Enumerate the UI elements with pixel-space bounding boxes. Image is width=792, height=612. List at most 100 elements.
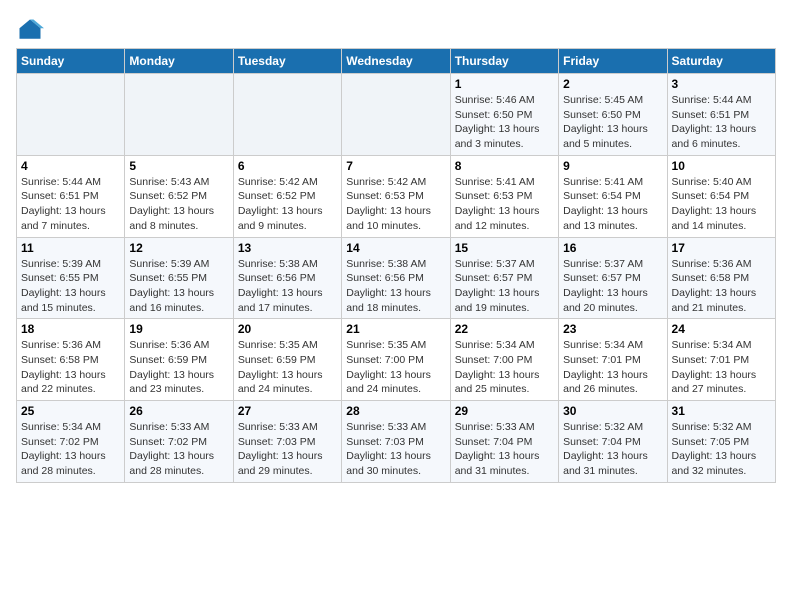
day-info: Sunrise: 5:33 AMSunset: 7:04 PMDaylight:… — [455, 420, 554, 479]
day-info: Sunrise: 5:37 AMSunset: 6:57 PMDaylight:… — [563, 257, 662, 316]
col-header-friday: Friday — [559, 49, 667, 74]
col-header-wednesday: Wednesday — [342, 49, 450, 74]
day-number: 8 — [455, 159, 554, 173]
day-number: 1 — [455, 77, 554, 91]
calendar-cell: 13 Sunrise: 5:38 AMSunset: 6:56 PMDayligh… — [233, 237, 341, 319]
day-number: 4 — [21, 159, 120, 173]
day-number: 2 — [563, 77, 662, 91]
calendar-cell: 16 Sunrise: 5:37 AMSunset: 6:57 PMDayligh… — [559, 237, 667, 319]
calendar-cell — [233, 74, 341, 156]
calendar-cell: 19 Sunrise: 5:36 AMSunset: 6:59 PMDayligh… — [125, 319, 233, 401]
day-info: Sunrise: 5:36 AMSunset: 6:59 PMDaylight:… — [129, 338, 228, 397]
day-info: Sunrise: 5:41 AMSunset: 6:53 PMDaylight:… — [455, 175, 554, 234]
calendar-cell: 5 Sunrise: 5:43 AMSunset: 6:52 PMDaylight… — [125, 155, 233, 237]
calendar-cell: 11 Sunrise: 5:39 AMSunset: 6:55 PMDayligh… — [17, 237, 125, 319]
calendar-cell: 17 Sunrise: 5:36 AMSunset: 6:58 PMDayligh… — [667, 237, 775, 319]
calendar-cell — [125, 74, 233, 156]
day-info: Sunrise: 5:42 AMSunset: 6:53 PMDaylight:… — [346, 175, 445, 234]
col-header-thursday: Thursday — [450, 49, 558, 74]
day-info: Sunrise: 5:43 AMSunset: 6:52 PMDaylight:… — [129, 175, 228, 234]
calendar-cell: 3 Sunrise: 5:44 AMSunset: 6:51 PMDaylight… — [667, 74, 775, 156]
day-number: 3 — [672, 77, 771, 91]
calendar-cell: 30 Sunrise: 5:32 AMSunset: 7:04 PMDayligh… — [559, 401, 667, 483]
day-info: Sunrise: 5:33 AMSunset: 7:02 PMDaylight:… — [129, 420, 228, 479]
calendar-cell: 12 Sunrise: 5:39 AMSunset: 6:55 PMDayligh… — [125, 237, 233, 319]
day-number: 27 — [238, 404, 337, 418]
calendar-week-5: 25 Sunrise: 5:34 AMSunset: 7:02 PMDayligh… — [17, 401, 776, 483]
day-number: 23 — [563, 322, 662, 336]
day-info: Sunrise: 5:34 AMSunset: 7:01 PMDaylight:… — [672, 338, 771, 397]
day-number: 29 — [455, 404, 554, 418]
day-number: 31 — [672, 404, 771, 418]
calendar-cell: 8 Sunrise: 5:41 AMSunset: 6:53 PMDaylight… — [450, 155, 558, 237]
day-info: Sunrise: 5:41 AMSunset: 6:54 PMDaylight:… — [563, 175, 662, 234]
day-info: Sunrise: 5:32 AMSunset: 7:05 PMDaylight:… — [672, 420, 771, 479]
day-number: 7 — [346, 159, 445, 173]
day-number: 10 — [672, 159, 771, 173]
day-info: Sunrise: 5:44 AMSunset: 6:51 PMDaylight:… — [21, 175, 120, 234]
day-number: 15 — [455, 241, 554, 255]
day-info: Sunrise: 5:34 AMSunset: 7:01 PMDaylight:… — [563, 338, 662, 397]
calendar-week-4: 18 Sunrise: 5:36 AMSunset: 6:58 PMDayligh… — [17, 319, 776, 401]
calendar-header-row: SundayMondayTuesdayWednesdayThursdayFrid… — [17, 49, 776, 74]
day-number: 17 — [672, 241, 771, 255]
day-number: 20 — [238, 322, 337, 336]
day-info: Sunrise: 5:39 AMSunset: 6:55 PMDaylight:… — [129, 257, 228, 316]
day-number: 16 — [563, 241, 662, 255]
day-number: 24 — [672, 322, 771, 336]
header — [16, 16, 776, 44]
day-info: Sunrise: 5:42 AMSunset: 6:52 PMDaylight:… — [238, 175, 337, 234]
day-info: Sunrise: 5:33 AMSunset: 7:03 PMDaylight:… — [238, 420, 337, 479]
col-header-tuesday: Tuesday — [233, 49, 341, 74]
day-info: Sunrise: 5:44 AMSunset: 6:51 PMDaylight:… — [672, 93, 771, 152]
day-number: 19 — [129, 322, 228, 336]
calendar-cell: 25 Sunrise: 5:34 AMSunset: 7:02 PMDayligh… — [17, 401, 125, 483]
day-number: 5 — [129, 159, 228, 173]
calendar-cell: 31 Sunrise: 5:32 AMSunset: 7:05 PMDayligh… — [667, 401, 775, 483]
day-number: 30 — [563, 404, 662, 418]
day-info: Sunrise: 5:46 AMSunset: 6:50 PMDaylight:… — [455, 93, 554, 152]
day-number: 12 — [129, 241, 228, 255]
calendar-cell — [17, 74, 125, 156]
day-info: Sunrise: 5:39 AMSunset: 6:55 PMDaylight:… — [21, 257, 120, 316]
calendar-week-1: 1 Sunrise: 5:46 AMSunset: 6:50 PMDaylight… — [17, 74, 776, 156]
col-header-sunday: Sunday — [17, 49, 125, 74]
day-info: Sunrise: 5:38 AMSunset: 6:56 PMDaylight:… — [238, 257, 337, 316]
day-info: Sunrise: 5:35 AMSunset: 6:59 PMDaylight:… — [238, 338, 337, 397]
day-number: 13 — [238, 241, 337, 255]
day-info: Sunrise: 5:35 AMSunset: 7:00 PMDaylight:… — [346, 338, 445, 397]
calendar-cell: 7 Sunrise: 5:42 AMSunset: 6:53 PMDaylight… — [342, 155, 450, 237]
calendar-cell: 10 Sunrise: 5:40 AMSunset: 6:54 PMDayligh… — [667, 155, 775, 237]
calendar-cell — [342, 74, 450, 156]
day-info: Sunrise: 5:32 AMSunset: 7:04 PMDaylight:… — [563, 420, 662, 479]
logo — [16, 16, 48, 44]
calendar-cell: 29 Sunrise: 5:33 AMSunset: 7:04 PMDayligh… — [450, 401, 558, 483]
day-info: Sunrise: 5:34 AMSunset: 7:02 PMDaylight:… — [21, 420, 120, 479]
calendar-cell: 20 Sunrise: 5:35 AMSunset: 6:59 PMDayligh… — [233, 319, 341, 401]
day-info: Sunrise: 5:40 AMSunset: 6:54 PMDaylight:… — [672, 175, 771, 234]
calendar-cell: 18 Sunrise: 5:36 AMSunset: 6:58 PMDayligh… — [17, 319, 125, 401]
day-number: 28 — [346, 404, 445, 418]
day-number: 11 — [21, 241, 120, 255]
calendar-cell: 4 Sunrise: 5:44 AMSunset: 6:51 PMDaylight… — [17, 155, 125, 237]
calendar-cell: 27 Sunrise: 5:33 AMSunset: 7:03 PMDayligh… — [233, 401, 341, 483]
day-info: Sunrise: 5:38 AMSunset: 6:56 PMDaylight:… — [346, 257, 445, 316]
calendar-week-3: 11 Sunrise: 5:39 AMSunset: 6:55 PMDayligh… — [17, 237, 776, 319]
logo-icon — [16, 16, 44, 44]
calendar-cell: 22Sunrise: 5:34 AMSunset: 7:00 PMDayligh… — [450, 319, 558, 401]
calendar-cell: 28 Sunrise: 5:33 AMSunset: 7:03 PMDayligh… — [342, 401, 450, 483]
day-info: Sunrise: 5:36 AMSunset: 6:58 PMDaylight:… — [21, 338, 120, 397]
day-info: Sunrise: 5:37 AMSunset: 6:57 PMDaylight:… — [455, 257, 554, 316]
calendar-cell: 15 Sunrise: 5:37 AMSunset: 6:57 PMDayligh… — [450, 237, 558, 319]
calendar-cell: 2Sunrise: 5:45 AMSunset: 6:50 PMDaylight… — [559, 74, 667, 156]
day-number: 25 — [21, 404, 120, 418]
col-header-saturday: Saturday — [667, 49, 775, 74]
day-info: Sunrise: 5:33 AMSunset: 7:03 PMDaylight:… — [346, 420, 445, 479]
day-info: Sunrise: 5:36 AMSunset: 6:58 PMDaylight:… — [672, 257, 771, 316]
col-header-monday: Monday — [125, 49, 233, 74]
day-number: 6 — [238, 159, 337, 173]
calendar-cell: 21Sunrise: 5:35 AMSunset: 7:00 PMDayligh… — [342, 319, 450, 401]
day-number: 9 — [563, 159, 662, 173]
day-number: 18 — [21, 322, 120, 336]
calendar-cell: 14Sunrise: 5:38 AMSunset: 6:56 PMDayligh… — [342, 237, 450, 319]
